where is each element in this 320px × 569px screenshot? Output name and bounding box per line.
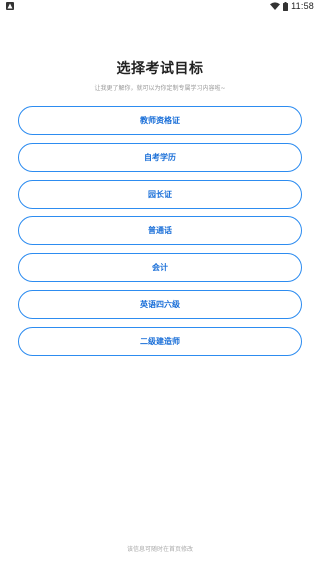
footer-note: 该信息可随时在首页修改 — [126, 546, 193, 553]
option-teacher-certificate-button[interactable]: 教师资格证 — [18, 106, 302, 135]
app-notification-icon — [6, 2, 14, 10]
option-cet-button[interactable]: 英语四六级 — [18, 289, 302, 319]
wifi-icon — [270, 2, 281, 10]
option-self-study-degree-button[interactable]: 自考学历 — [18, 142, 302, 172]
battery-icon — [283, 1, 289, 11]
status-time: 11:58 — [291, 1, 314, 11]
option-accounting-button[interactable]: 会计 — [18, 253, 302, 283]
screen: 11:58 选择考试目标 让我更了解你，就可以为你定制专属学习内容啦~ 教师资格… — [0, 0, 320, 569]
option-mandarin-button[interactable]: 普通话 — [18, 216, 302, 246]
status-right: 11:58 — [270, 1, 314, 11]
page-title: 选择考试目标 — [116, 61, 204, 77]
option-constructor-button[interactable]: 二级建造师 — [18, 326, 302, 356]
status-bar: 11:58 — [0, 0, 320, 12]
status-left — [6, 2, 14, 10]
option-kindergarten-director-button[interactable]: 园长证 — [18, 179, 302, 209]
exam-options-list: 教师资格证 自考学历 园长证 普通话 会计 英语四六级 二级建造师 — [18, 106, 302, 364]
page-subtitle: 让我更了解你，就可以为你定制专属学习内容啦~ — [94, 85, 226, 92]
